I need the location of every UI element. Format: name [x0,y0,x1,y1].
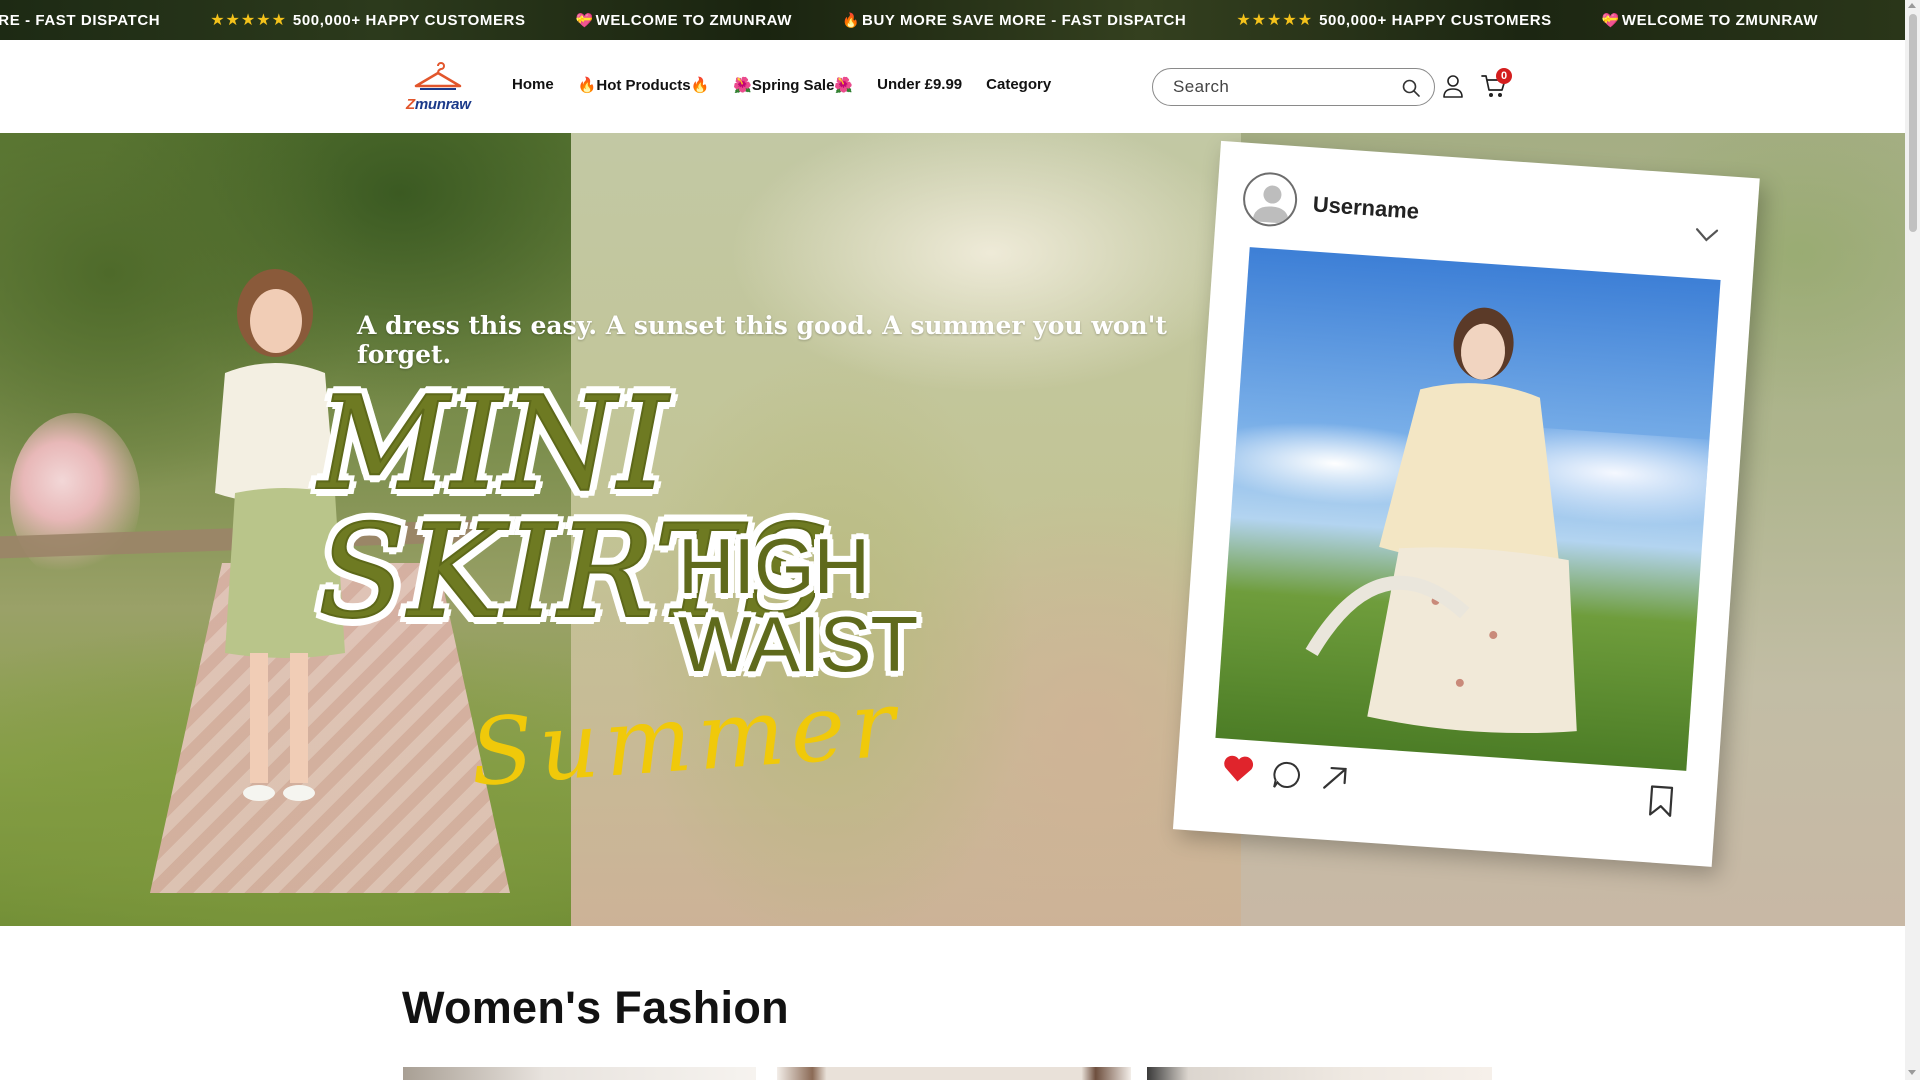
product-card-image[interactable] [777,1067,1131,1080]
product-card-image[interactable] [403,1067,756,1080]
post-username: Username [1312,191,1420,224]
announcement-text: ORE - FAST DISPATCH [0,11,161,29]
fire-icon: 🔥 [842,11,861,28]
avatar [1241,170,1299,229]
site-header: Zmunraw Home 🔥Hot Products🔥 🌺Spring Sale… [0,40,1905,133]
announcement-bar: ORE - FAST DISPATCH ★★★★★ 500,000+ HAPPY… [0,0,1905,40]
site-logo[interactable]: Zmunraw [404,62,472,114]
cart-count-badge: 0 [1496,68,1512,84]
social-post-frame: Username [1172,140,1760,867]
search-icon[interactable] [1401,78,1421,98]
nav-home[interactable]: Home [512,76,554,94]
page-scrollbar[interactable] [1905,0,1920,1080]
nav-hot-products[interactable]: 🔥Hot Products🔥 [578,76,710,94]
announcement-item: ORE - FAST DISPATCH [0,12,160,29]
flower-vase-image [10,413,140,583]
announcement-item: 🔥 BUY MORE SAVE MORE - FAST DISPATCH [842,12,1186,29]
announcement-item: ★★★★★ 500,000+ HAPPY CUSTOMERS [1236,10,1551,30]
announcement-item: ★★★★★ 500,000+ HAPPY CUSTOMERS [210,10,525,30]
nav-under-9-99[interactable]: Under £9.99 [877,76,962,94]
gift-heart-icon: 💝 [575,11,594,28]
announcement-text: 500,000+ HAPPY CUSTOMERS [1319,11,1552,29]
nav-spring-sale[interactable]: 🌺Spring Sale🌺 [733,76,853,94]
section-title-womens-fashion: Women's Fashion [402,982,789,1033]
chevron-down-icon [1695,228,1719,242]
hero-tagline: A dress this easy. A sunset this good. A… [357,311,1167,369]
bookmark-icon [1649,785,1674,817]
post-model-image [1305,307,1577,734]
comment-icon [1273,762,1300,788]
main-navigation: Home 🔥Hot Products🔥 🌺Spring Sale🌺 Under … [512,76,1075,94]
announcement-text: WELCOME TO ZMUNRAW [1621,11,1819,29]
announcement-text: 500,000+ HAPPY CUSTOMERS [292,11,526,29]
hero-title-high-waist: HIGH WAIST [678,522,918,688]
social-post-card: Username [1172,140,1765,877]
nav-category[interactable]: Category [986,76,1051,94]
search-input[interactable] [1173,77,1393,97]
account-icon[interactable] [1441,73,1465,99]
announcement-text: WELCOME TO ZMUNRAW [595,11,792,29]
announcement-item: 💝 WELCOME TO ZMUNRAW [1602,12,1818,29]
scroll-up-arrow-icon[interactable] [1908,3,1916,8]
gift-heart-icon: 💝 [1601,11,1620,28]
heart-icon [1224,755,1253,782]
logo-letters: munraw [414,96,471,113]
announcement-item: 💝 WELCOME TO ZMUNRAW [576,12,792,29]
search-box[interactable] [1152,68,1435,106]
hero-banner[interactable]: A dress this easy. A sunset this good. A… [0,133,1905,926]
scroll-thumb[interactable] [1909,14,1917,232]
post-photo-image [1215,247,1721,771]
star-rating-icon: ★★★★★ [1236,12,1314,29]
share-arrow-icon [1323,766,1347,789]
product-card-image[interactable] [1147,1067,1492,1080]
logo-letter-z: Z [406,96,415,113]
scroll-down-arrow-icon[interactable] [1908,1070,1916,1075]
star-rating-icon: ★★★★★ [210,12,287,29]
user-avatar-icon [1252,185,1289,224]
logo-wordmark: Zmunraw [406,96,471,113]
announcement-text: BUY MORE SAVE MORE - FAST DISPATCH [862,11,1187,29]
announcement-track: ORE - FAST DISPATCH ★★★★★ 500,000+ HAPPY… [0,0,1868,40]
hanger-logo-icon [414,62,462,90]
